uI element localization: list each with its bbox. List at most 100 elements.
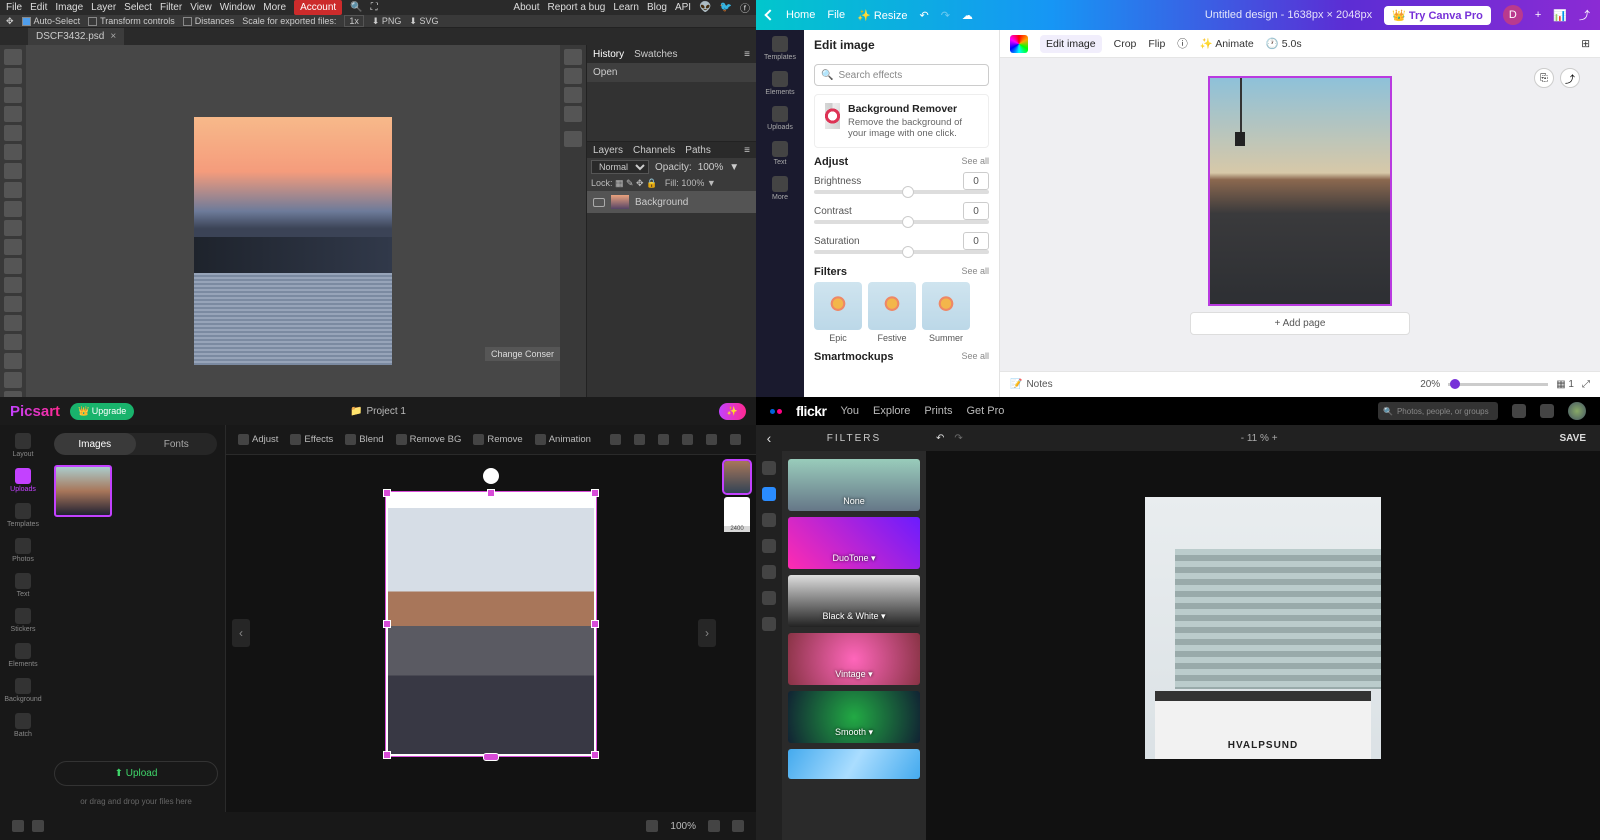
resize-handle[interactable]	[383, 751, 391, 759]
nav-file[interactable]: File	[827, 9, 845, 21]
filter-more[interactable]	[788, 749, 920, 779]
zoom-value[interactable]: 20%	[1420, 379, 1440, 390]
transform-controls[interactable]: Transform controls	[88, 16, 175, 26]
overlay-icon[interactable]	[762, 539, 776, 553]
zoom-control[interactable]: - 11 % +	[1229, 433, 1290, 444]
rail-background[interactable]: Background	[4, 678, 41, 703]
filter-epic[interactable]: Epic	[814, 282, 862, 343]
nav-getpro[interactable]: Get Pro	[966, 405, 1004, 417]
link-about[interactable]: About	[513, 2, 539, 13]
layer-icon[interactable]	[682, 434, 693, 445]
page-thumb-2[interactable]	[724, 497, 750, 529]
trash-icon[interactable]	[730, 434, 741, 445]
upload-thumb[interactable]	[54, 465, 112, 517]
slider-brightness[interactable]	[814, 190, 989, 194]
opt-edit-image[interactable]: Edit image	[1040, 35, 1102, 53]
tool-blur[interactable]	[4, 258, 22, 274]
nav-resize[interactable]: ✨ Resize	[857, 9, 907, 22]
menu-layer[interactable]: Layer	[91, 2, 116, 13]
filter-festive[interactable]: Festive	[868, 282, 916, 343]
link-learn[interactable]: Learn	[613, 2, 639, 13]
redo-icon[interactable]: ↷	[954, 433, 962, 444]
tool-pen[interactable]	[4, 296, 22, 312]
history-open[interactable]: Open	[587, 63, 756, 82]
color-swatch[interactable]	[1010, 35, 1028, 53]
flip-icon[interactable]	[658, 434, 669, 445]
tab-close-icon[interactable]: ×	[110, 31, 116, 42]
export-png[interactable]: ⬇ PNG	[372, 16, 402, 27]
tab-history[interactable]: History	[593, 49, 624, 60]
canvas[interactable]: Change Conser	[26, 45, 560, 397]
tool-wand[interactable]	[4, 106, 22, 122]
add-page-button[interactable]: + Add page	[1190, 312, 1410, 335]
tab-document[interactable]: DSCF3432.psd ×	[28, 28, 124, 45]
selected-image[interactable]	[386, 492, 596, 756]
see-all-link[interactable]: See all	[961, 351, 989, 363]
menu-edit[interactable]: Edit	[30, 2, 47, 13]
zoom-value[interactable]: 100%	[670, 821, 696, 832]
stage[interactable]: HVALPSUND	[926, 451, 1600, 840]
rail-templates[interactable]: Templates	[7, 503, 39, 528]
panel-menu-icon[interactable]: ≡	[744, 145, 750, 156]
undo-icon[interactable]	[12, 820, 24, 832]
link-blog[interactable]: Blog	[647, 2, 667, 13]
tool-dodge[interactable]	[4, 277, 22, 293]
menu-image[interactable]: Image	[55, 2, 83, 13]
slider-saturation[interactable]	[814, 250, 989, 254]
project-name[interactable]: 📁 Project 1	[350, 406, 406, 417]
cloud-icon[interactable]: ☁	[962, 9, 973, 22]
tool-brush[interactable]	[4, 182, 22, 198]
twitter-icon[interactable]: 🐦	[720, 2, 732, 13]
info-icon[interactable]	[564, 49, 582, 65]
search-input[interactable]: 🔍 Search effects	[814, 64, 989, 86]
move-icon[interactable]: ✥	[6, 16, 14, 27]
filter-summer[interactable]: Summer	[922, 282, 970, 343]
menu-filter[interactable]: Filter	[160, 2, 182, 13]
export-icon[interactable]: ⤴	[1560, 68, 1580, 88]
align-icon[interactable]	[610, 434, 621, 445]
back-icon[interactable]: ‹	[756, 430, 782, 446]
rail-elements[interactable]: Elements	[765, 71, 794, 96]
link-bug[interactable]: Report a bug	[548, 2, 606, 13]
tool-animation[interactable]: Animation	[535, 434, 591, 445]
doc-title[interactable]: Untitled design - 1638px × 2048px	[1205, 9, 1372, 21]
adjust-icon[interactable]	[762, 513, 776, 527]
rail-stickers[interactable]: Stickers	[11, 608, 36, 633]
tool-eraser[interactable]	[4, 220, 22, 236]
copy-icon[interactable]: ⎘	[1534, 68, 1554, 88]
back-icon[interactable]	[764, 9, 775, 20]
search-icon[interactable]: 🔍	[350, 2, 362, 13]
opt-time[interactable]: 🕐 5.0s	[1266, 37, 1302, 50]
tool-lasso[interactable]	[4, 87, 22, 103]
nav-you[interactable]: You	[840, 405, 859, 417]
blend-mode[interactable]: Normal	[591, 160, 649, 174]
slider-saturation-value[interactable]: 0	[963, 232, 989, 250]
rail-elements[interactable]: Elements	[8, 643, 37, 668]
tab-images[interactable]: Images	[54, 433, 136, 455]
menu-more[interactable]: More	[263, 2, 286, 13]
rail-more[interactable]: More	[772, 176, 788, 201]
filter-bw[interactable]: Black & White ▾	[788, 575, 920, 627]
bell-icon[interactable]	[1540, 404, 1554, 418]
resize-handle[interactable]	[383, 489, 391, 497]
tool-adjust[interactable]: Adjust	[238, 434, 278, 445]
prev-page[interactable]: ‹	[232, 619, 250, 647]
page-thumb-1[interactable]	[724, 461, 750, 493]
avatar[interactable]: D	[1503, 5, 1523, 25]
zoom-in-icon[interactable]	[708, 820, 720, 832]
see-all-link[interactable]: See all	[961, 156, 989, 168]
tab-paths[interactable]: Paths	[685, 145, 711, 156]
visibility-icon[interactable]	[593, 198, 605, 207]
frame-icon[interactable]	[762, 591, 776, 605]
export-icon[interactable]: ⤴	[1579, 7, 1590, 23]
fill-value[interactable]: 100%	[681, 178, 704, 188]
tool-crop[interactable]	[4, 125, 22, 141]
resize-handle[interactable]	[591, 751, 599, 759]
tool-stamp[interactable]	[4, 201, 22, 217]
export-svg[interactable]: ⬇ SVG	[409, 16, 438, 27]
tool-blend[interactable]: Blend	[345, 434, 383, 445]
zoom-slider[interactable]	[1448, 383, 1548, 386]
fullscreen-icon[interactable]: ⛶	[371, 2, 378, 13]
slider-brightness-value[interactable]: 0	[963, 172, 989, 190]
next-page[interactable]: ›	[698, 619, 716, 647]
